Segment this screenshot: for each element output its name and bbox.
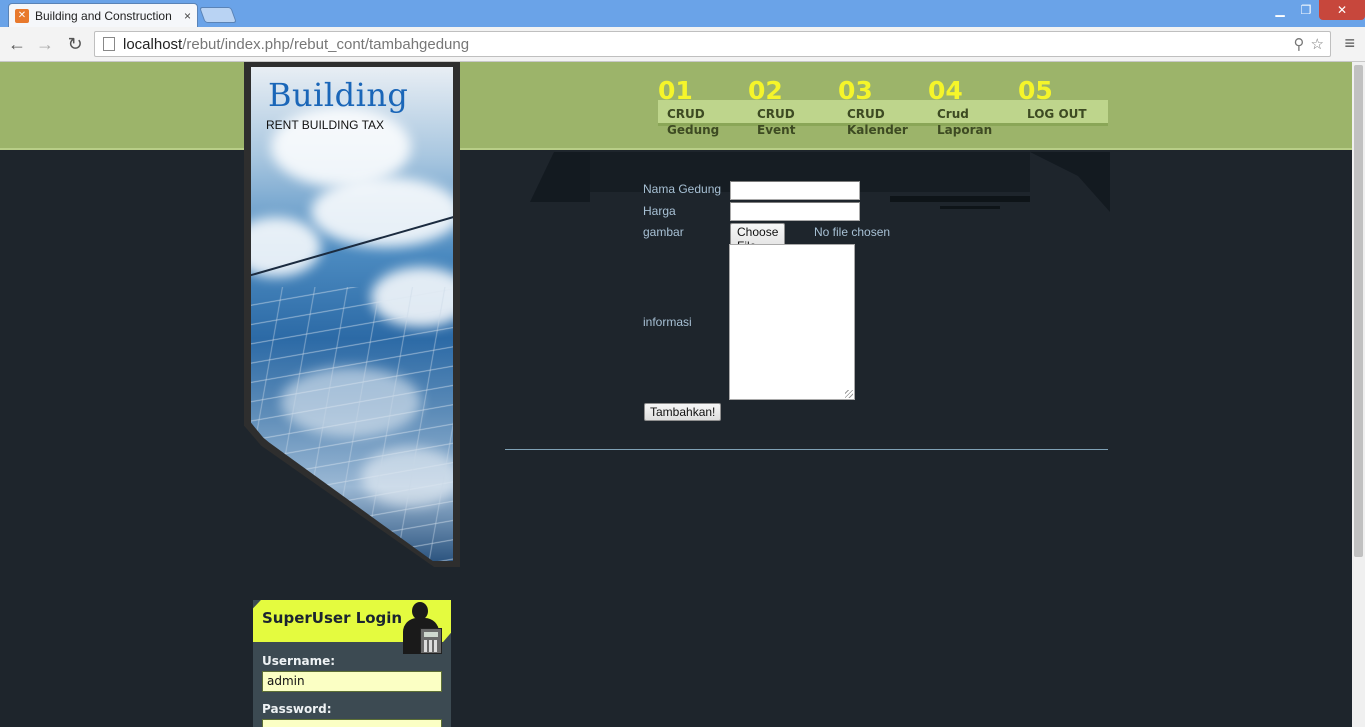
nav-label[interactable]: LOG OUT	[1027, 106, 1087, 122]
brand-title: Building	[268, 76, 409, 114]
nama-gedung-label: Nama Gedung	[643, 182, 722, 196]
superuser-login-box: SuperUser Login Username: admin Password…	[253, 600, 451, 727]
page-content: Building RENT BUILDING TAX 01 CRUD Gedun…	[0, 62, 1352, 727]
informasi-label: informasi	[643, 315, 692, 329]
nav-label[interactable]: CRUD Gedung	[667, 106, 719, 138]
nav-item-logout[interactable]: 05 LOG OUT	[1018, 76, 1108, 122]
username-label: Username:	[262, 654, 336, 668]
minimize-button[interactable]: ▁	[1267, 0, 1293, 20]
tab-title: Building and Construction	[35, 8, 172, 23]
forward-arrow-icon[interactable]: →	[34, 33, 56, 55]
close-window-button[interactable]: ✕	[1319, 0, 1365, 20]
nav-label[interactable]: Crud Laporan	[937, 106, 992, 138]
resize-grip-icon[interactable]	[845, 390, 853, 398]
restore-button[interactable]: ❐	[1293, 0, 1319, 20]
harga-label: Harga	[643, 204, 676, 218]
nav-item-crud-gedung[interactable]: 01 CRUD Gedung	[658, 76, 748, 138]
nav-item-crud-event[interactable]: 02 CRUD Event	[748, 76, 838, 138]
zoom-icon[interactable]: ⚲	[1294, 35, 1305, 53]
tambahkan-button[interactable]: Tambahkan!	[644, 403, 722, 421]
gambar-label: gambar	[643, 225, 684, 239]
nav-number: 01	[658, 76, 693, 105]
address-bar[interactable]: localhost/rebut/index.php/rebut_cont/tam…	[94, 31, 1331, 57]
back-arrow-icon[interactable]: ←	[6, 33, 28, 55]
page-scrollbar[interactable]	[1352, 62, 1365, 727]
scrollbar-thumb[interactable]	[1354, 65, 1363, 557]
browser-tab[interactable]: ✕ Building and Construction ×	[8, 3, 198, 27]
page-icon	[103, 37, 115, 51]
nav-label[interactable]: CRUD Event	[757, 106, 795, 138]
building-banner: Building RENT BUILDING TAX	[244, 62, 460, 567]
informasi-textarea[interactable]	[729, 244, 855, 400]
xampp-favicon-icon: ✕	[15, 8, 29, 23]
nav-number: 04	[928, 76, 963, 105]
new-tab-button[interactable]	[199, 7, 237, 23]
main-nav: 01 CRUD Gedung 02 CRUD Event 03 CRUD Kal…	[658, 78, 1108, 138]
url-host: localhost	[123, 35, 183, 53]
nav-item-crud-laporan[interactable]: 04 Crud Laporan	[928, 76, 1018, 138]
nav-label[interactable]: CRUD Kalender	[847, 106, 908, 138]
brand-subtitle: RENT BUILDING TAX	[266, 118, 385, 132]
nama-gedung-input[interactable]	[730, 181, 860, 200]
file-status-text: No file chosen	[814, 225, 891, 239]
browser-titlebar: ✕ Building and Construction × ▁ ❐ ✕	[0, 0, 1365, 27]
url-text: localhost/rebut/index.php/rebut_cont/tam…	[123, 36, 469, 53]
reload-icon[interactable]: ↻	[64, 33, 86, 55]
tab-close-icon[interactable]: ×	[184, 9, 191, 23]
browser-toolbar: ← → ↻ localhost/rebut/index.php/rebut_co…	[0, 27, 1365, 62]
skyscraper-image	[251, 67, 453, 561]
password-label: Password:	[262, 702, 332, 716]
login-title: SuperUser Login	[262, 609, 403, 627]
browser-menu-icon[interactable]: ≡	[1344, 33, 1355, 54]
content-divider	[505, 449, 1108, 450]
harga-input[interactable]	[730, 202, 860, 221]
password-input[interactable]	[262, 719, 442, 727]
bookmark-star-icon[interactable]: ☆	[1311, 35, 1324, 53]
calculator-icon	[420, 628, 442, 654]
nav-number: 02	[748, 76, 783, 105]
window-controls: ▁ ❐ ✕	[1267, 0, 1365, 22]
nav-number: 05	[1018, 76, 1053, 105]
nav-number: 03	[838, 76, 873, 105]
url-path: /rebut/index.php/rebut_cont/tambahgedung	[182, 35, 470, 53]
nav-item-crud-kalender[interactable]: 03 CRUD Kalender	[838, 76, 928, 138]
username-input[interactable]: admin	[262, 671, 442, 692]
omnibox-icons: ⚲ ☆	[1294, 35, 1324, 53]
